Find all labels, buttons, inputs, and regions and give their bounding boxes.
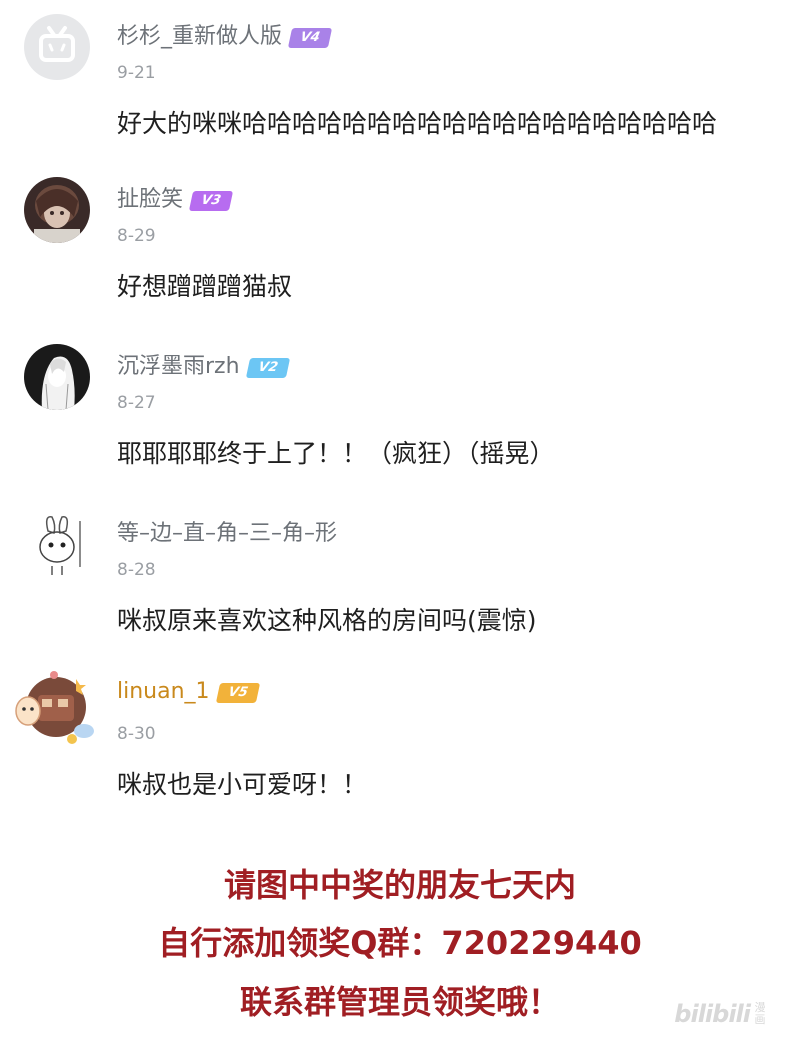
comment-item: 杉杉_重新做人版 V4 9-21 好大的咪咪哈哈哈哈哈哈哈哈哈哈哈哈哈哈哈哈哈哈哈 [0, 0, 800, 166]
level-badge: V5 [215, 683, 260, 703]
bilibili-logo: bilibili [674, 1000, 751, 1028]
comment-text: 好想蹭蹭蹭猫叔 [117, 272, 293, 301]
watermark-side-label: 漫画 [754, 1001, 766, 1026]
comment-item: 沉浮墨雨rzh V2 8-27 耶耶耶耶终于上了！！（疯狂）（摇晃） [0, 330, 800, 496]
comment-date: 8-29 [117, 226, 156, 246]
comment-date: 8-28 [117, 560, 156, 580]
username[interactable]: 沉浮墨雨rzh [117, 354, 240, 379]
username-line[interactable]: 扯脸笑 V3 [117, 181, 234, 213]
username[interactable]: 杉杉_重新做人版 [117, 24, 282, 49]
username-line[interactable]: 等–边–直–角–三–角–形 [117, 515, 337, 547]
username-line[interactable]: 杉杉_重新做人版 V4 [117, 18, 333, 50]
username[interactable]: linuan_1 [117, 679, 210, 704]
comment-item: 等–边–直–角–三–角–形 8-28 咪叔原来喜欢这种风格的房间吗(震惊) [0, 497, 800, 663]
avatar[interactable] [14, 665, 98, 749]
bilibili-manga-watermark: bilibili 漫画 [674, 1000, 766, 1028]
comment-date: 9-21 [117, 63, 156, 83]
notice-line-1: 请图中中奖的朋友七天内 [223, 866, 576, 904]
default-avatar-icon [24, 14, 90, 80]
username[interactable]: 扯脸笑 [117, 187, 183, 212]
notice-line-2: 自行添加领奖Q群：720229440 [158, 924, 642, 962]
avatar-frame-icon [15, 671, 94, 744]
level-badge: V2 [245, 358, 290, 378]
avatar[interactable] [24, 14, 90, 80]
user-avatar-image [24, 511, 90, 577]
avatar[interactable] [24, 177, 90, 243]
avatar[interactable] [24, 511, 90, 577]
user-avatar-image [24, 344, 90, 410]
comment-item: linuan_1 V5 8-30 咪叔也是小可爱呀！！ [0, 661, 800, 827]
comment-date: 8-27 [117, 393, 156, 413]
comment-item: 扯脸笑 V3 8-29 好想蹭蹭蹭猫叔 [0, 163, 800, 329]
level-badge: V4 [287, 28, 333, 48]
comment-text: 咪叔原来喜欢这种风格的房间吗(震惊) [117, 606, 537, 635]
username-line[interactable]: linuan_1 V5 [117, 679, 260, 704]
comment-date: 8-30 [117, 724, 156, 744]
comment-text: 耶耶耶耶终于上了！！（疯狂）（摇晃） [117, 439, 555, 468]
username[interactable]: 等–边–直–角–三–角–形 [117, 521, 337, 546]
username-line[interactable]: 沉浮墨雨rzh V2 [117, 348, 290, 380]
level-badge: V3 [188, 191, 234, 211]
avatar[interactable] [24, 344, 90, 410]
comment-text: 好大的咪咪哈哈哈哈哈哈哈哈哈哈哈哈哈哈哈哈哈哈哈 [117, 109, 718, 138]
user-avatar-image [24, 177, 90, 243]
comment-text: 咪叔也是小可爱呀！！ [117, 770, 368, 799]
